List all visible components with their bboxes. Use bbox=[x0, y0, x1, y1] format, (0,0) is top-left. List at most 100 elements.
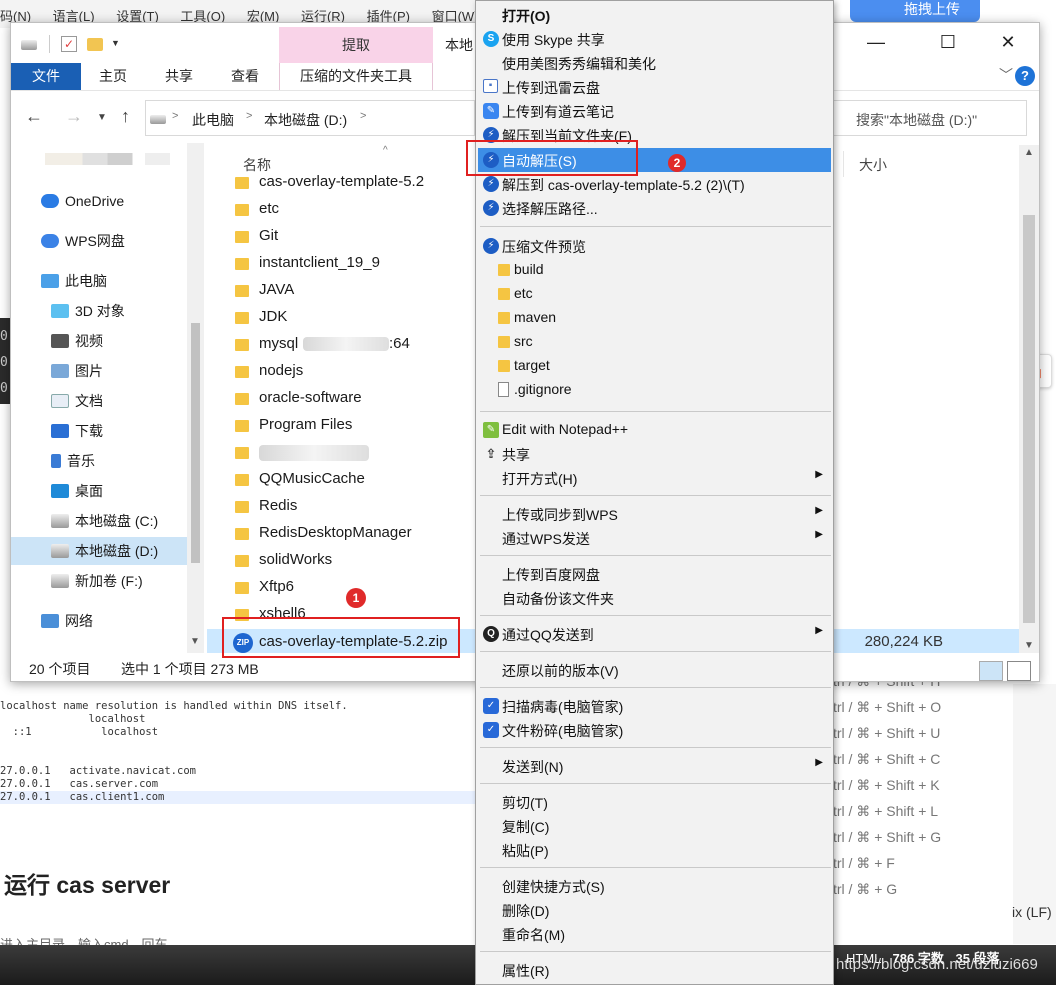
menu-item-preview-maven[interactable]: maven bbox=[478, 306, 831, 330]
help-icon[interactable]: ? bbox=[1015, 66, 1035, 86]
sidebar-item-this-pc[interactable]: 此电脑 bbox=[41, 267, 107, 295]
upload-button[interactable]: 拖拽上传 bbox=[850, 0, 980, 22]
forward-arrow-icon[interactable]: → bbox=[65, 106, 83, 127]
sidebar-item-pictures[interactable]: 图片 bbox=[51, 357, 103, 385]
sidebar-item-documents[interactable]: 文档 bbox=[51, 387, 103, 415]
menu-item-youdao[interactable]: ✎ 上传到有道云笔记 bbox=[478, 99, 831, 123]
menu-item-label: 重命名(M) bbox=[502, 927, 565, 943]
maximize-icon[interactable]: ☐ bbox=[925, 23, 971, 61]
address-bar[interactable]: > 此电脑 > 本地磁盘 (D:) > bbox=[145, 100, 475, 136]
menu-item-label: 压缩文件预览 bbox=[502, 239, 586, 255]
folder-icon bbox=[235, 501, 249, 513]
menu-item-preview-gitignore[interactable]: .gitignore bbox=[478, 378, 831, 402]
menu-item-wps-send[interactable]: 通过WPS发送 ▶ bbox=[478, 526, 831, 550]
sidebar-item-onedrive[interactable]: OneDrive bbox=[41, 187, 124, 215]
sidebar-item-videos[interactable]: 视频 bbox=[51, 327, 103, 355]
scroll-thumb[interactable] bbox=[191, 323, 200, 563]
menu-item-baidu[interactable]: 上传到百度网盘 bbox=[478, 562, 831, 586]
breadcrumb-chevron-icon[interactable]: > bbox=[172, 110, 178, 122]
sidebar-item-network[interactable]: 网络 bbox=[41, 607, 93, 635]
highlight-box-file bbox=[222, 617, 460, 658]
drive-icon[interactable] bbox=[21, 40, 37, 50]
details-view-icon[interactable] bbox=[979, 661, 1003, 681]
up-arrow-icon[interactable]: ↑ bbox=[121, 106, 130, 127]
menu-item-delete[interactable]: 删除(D) bbox=[478, 898, 831, 922]
menu-item-rename[interactable]: 重命名(M) bbox=[478, 922, 831, 946]
chevron-down-icon[interactable]: ▼ bbox=[111, 38, 127, 54]
menu-item-restore[interactable]: 还原以前的版本(V) bbox=[478, 658, 831, 682]
breadcrumb-chevron-icon[interactable]: > bbox=[246, 110, 252, 122]
menu-item-open-with[interactable]: 打开方式(H) ▶ bbox=[478, 466, 831, 490]
menu-item-create-shortcut[interactable]: 创建快捷方式(S) bbox=[478, 874, 831, 898]
sidebar-item-downloads[interactable]: 下载 bbox=[51, 417, 103, 445]
menu-item-preview-target[interactable]: target bbox=[478, 354, 831, 378]
menu-item-send-to[interactable]: 发送到(N) ▶ bbox=[478, 754, 831, 778]
tab-compressed-folder-tools[interactable]: 压缩的文件夹工具 bbox=[279, 63, 433, 90]
menu-item-xunlei[interactable]: ▪ 上传到迅雷云盘 bbox=[478, 75, 831, 99]
properties-icon[interactable]: ✓ bbox=[61, 36, 77, 52]
tab-file[interactable]: 文件 bbox=[11, 63, 81, 90]
scroll-down-icon[interactable]: ▼ bbox=[190, 636, 200, 647]
breadcrumb-drive-d[interactable]: 本地磁盘 (D:) bbox=[264, 110, 347, 130]
menu-item-wps-sync[interactable]: 上传或同步到WPS ▶ bbox=[478, 502, 831, 526]
menu-item-preview-src[interactable]: src bbox=[478, 330, 831, 354]
nav-scrollbar[interactable]: ▼ bbox=[187, 143, 204, 653]
menu-item-notepad[interactable]: ✎ Edit with Notepad++ bbox=[478, 418, 831, 442]
menu-item-meitu[interactable]: 使用美图秀秀编辑和美化 bbox=[478, 51, 831, 75]
skype-icon: S bbox=[483, 31, 499, 47]
menu-item-label: target bbox=[514, 357, 550, 373]
menu-item-shred[interactable]: ✓ 文件粉碎(电脑管家) bbox=[478, 718, 831, 742]
menu-item-preview-etc[interactable]: etc bbox=[478, 282, 831, 306]
navigation-pane: OneDrive WPS网盘 此电脑 3D 对象 视频 图片 文档 下载 音乐 … bbox=[11, 143, 203, 653]
minimize-icon[interactable]: — bbox=[853, 23, 899, 61]
menu-item-label: 上传到有道云笔记 bbox=[502, 104, 614, 120]
menu-item-paste[interactable]: 粘贴(P) bbox=[478, 838, 831, 862]
menu-item-backup[interactable]: 自动备份该文件夹 bbox=[478, 586, 831, 610]
large-icons-view-icon[interactable] bbox=[1007, 661, 1031, 681]
sidebar-item-3d[interactable]: 3D 对象 bbox=[51, 297, 125, 325]
menu-item-preview[interactable]: ⚡ 压缩文件预览 bbox=[478, 234, 831, 258]
menu-item-label: 通过WPS发送 bbox=[502, 531, 590, 547]
sidebar-item-music[interactable]: 音乐 bbox=[51, 447, 95, 475]
menu-item-copy[interactable]: 复制(C) bbox=[478, 814, 831, 838]
file-scrollbar[interactable]: ▲ ▼ bbox=[1019, 145, 1039, 653]
scroll-up-icon[interactable]: ▲ bbox=[1024, 147, 1034, 158]
scroll-down-icon[interactable]: ▼ bbox=[1024, 640, 1034, 651]
menu-item-scan-virus[interactable]: ✓ 扫描病毒(电脑管家) bbox=[478, 694, 831, 718]
tab-home[interactable]: 主页 bbox=[89, 63, 137, 90]
sidebar-item-wps[interactable]: WPS网盘 bbox=[41, 227, 125, 255]
search-input[interactable]: 搜索"本地磁盘 (D:)" bbox=[831, 100, 1027, 136]
menu-item-properties[interactable]: 属性(R) bbox=[478, 958, 831, 982]
menu-item-share[interactable]: ⇪ 共享 bbox=[478, 442, 831, 466]
menu-item-cut[interactable]: 剪切(T) bbox=[478, 790, 831, 814]
shortcut-text: trl / ⌘ + F bbox=[833, 855, 895, 871]
tab-view[interactable]: 查看 bbox=[221, 63, 269, 90]
sidebar-item-label: 图片 bbox=[75, 363, 103, 379]
extract-tab-header[interactable]: 提取 bbox=[279, 27, 433, 63]
document-icon bbox=[51, 394, 69, 408]
sidebar-item-drive-c[interactable]: 本地磁盘 (C:) bbox=[51, 507, 158, 535]
breadcrumb-chevron-icon[interactable]: > bbox=[360, 110, 366, 122]
sidebar-item-drive-d[interactable]: 本地磁盘 (D:) bbox=[11, 537, 187, 565]
sidebar-item-label: 下载 bbox=[75, 423, 103, 439]
new-folder-icon[interactable] bbox=[87, 38, 103, 51]
divider bbox=[480, 783, 831, 784]
menu-item-choose-path[interactable]: ⚡ 选择解压路径... bbox=[478, 196, 831, 220]
menu-item-open[interactable]: 打开(O) bbox=[478, 3, 831, 27]
menu-item-skype[interactable]: S 使用 Skype 共享 bbox=[478, 27, 831, 51]
recent-chevron-icon[interactable]: ▼ bbox=[97, 112, 107, 123]
menu-item-qq-send[interactable]: Q 通过QQ发送到 ▶ bbox=[478, 622, 831, 646]
menu-item-label: 上传到百度网盘 bbox=[502, 567, 600, 583]
submenu-arrow-icon: ▶ bbox=[815, 757, 823, 768]
menu-item-preview-build[interactable]: build bbox=[478, 258, 831, 282]
cube-icon bbox=[51, 304, 69, 318]
tab-share[interactable]: 共享 bbox=[155, 63, 203, 90]
breadcrumb-this-pc[interactable]: 此电脑 bbox=[192, 110, 234, 130]
sidebar-item-desktop[interactable]: 桌面 bbox=[51, 477, 103, 505]
close-icon[interactable]: ✕ bbox=[985, 23, 1031, 61]
chevron-down-icon[interactable]: ﹀ bbox=[999, 65, 1013, 85]
shortcut-text: trl / ⌘ + Shift + G bbox=[833, 829, 942, 845]
back-arrow-icon[interactable]: ← bbox=[25, 106, 43, 127]
sidebar-item-drive-f[interactable]: 新加卷 (F:) bbox=[51, 567, 143, 595]
scroll-thumb[interactable] bbox=[1023, 215, 1035, 623]
